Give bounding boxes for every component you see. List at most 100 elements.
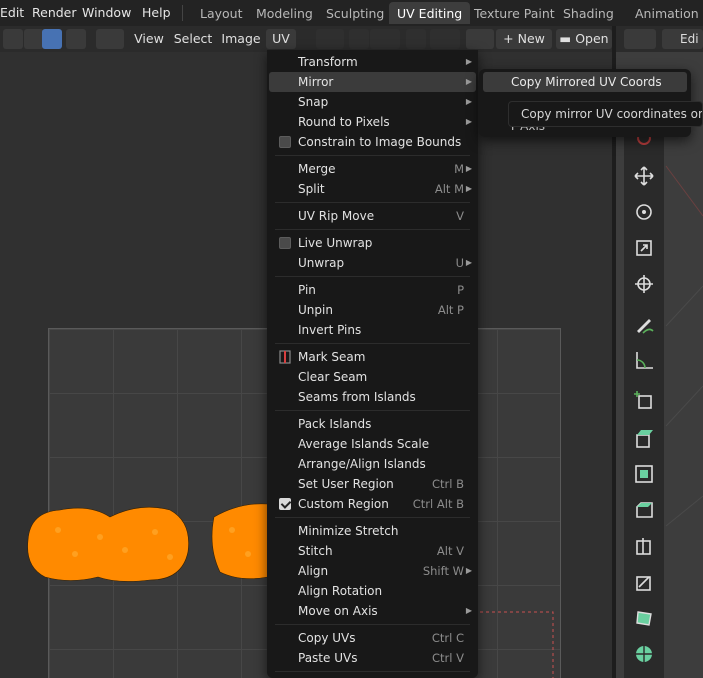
menu-item-transform[interactable]: Transform ▶ [269, 52, 476, 72]
menu-item-unpin[interactable]: Unpin Alt P [269, 300, 476, 320]
measure-tool-icon[interactable] [628, 344, 660, 376]
menu-item-shortcut: Ctrl Alt B [412, 497, 464, 511]
extrude-tool-icon[interactable] [628, 422, 660, 454]
tab-sculpting[interactable]: Sculpting [318, 2, 392, 24]
menu-edit[interactable]: Edit [0, 5, 24, 20]
menu-item-align[interactable]: Align Shift W ▶ [269, 561, 476, 581]
submenu-arrow-icon: ▶ [465, 258, 472, 267]
menu-item-label: Average Islands Scale [298, 437, 430, 451]
sticky-selection-dropdown[interactable] [96, 29, 124, 49]
menu-item-mirror[interactable]: Mirror ▶ [269, 72, 476, 92]
image-browse-icon[interactable] [466, 29, 494, 49]
menu-item-pack-islands[interactable]: Pack Islands [269, 414, 476, 434]
select-mode-vertex-icon[interactable] [3, 29, 23, 49]
select-mode-island-icon[interactable] [66, 29, 86, 49]
snap-icon[interactable] [349, 29, 369, 49]
menu-item-shortcut: Alt V [436, 544, 464, 558]
menu-item-split[interactable]: Split Alt M ▶ [269, 179, 476, 199]
menu-item-label: Minimize Stretch [298, 524, 399, 538]
menu-item-arrange-align-islands[interactable]: Arrange/Align Islands [269, 454, 476, 474]
new-image-button[interactable]: + New [496, 29, 552, 49]
menu-item-seams-from-islands[interactable]: Seams from Islands [269, 387, 476, 407]
uv-vertex [152, 529, 158, 535]
tab-animation[interactable]: Animation [627, 2, 703, 24]
select-mode-edge-icon[interactable] [24, 29, 44, 49]
scale-tool-icon[interactable] [628, 232, 660, 264]
uv-vertex [97, 534, 103, 540]
menu-item-stitch[interactable]: Stitch Alt V [269, 541, 476, 561]
menu-item-merge[interactable]: Merge M ▶ [269, 159, 476, 179]
tab-texture-paint[interactable]: Texture Paint [466, 2, 563, 24]
menu-item-pin[interactable]: Pin P [269, 280, 476, 300]
uv-island-left[interactable] [27, 506, 189, 582]
menu-item-label: Split [298, 182, 325, 196]
transform-tool-icon[interactable] [628, 268, 660, 300]
menu-item-paste-uvs[interactable]: Paste UVs Ctrl V [269, 648, 476, 668]
loop-cut-tool-icon[interactable] [628, 530, 660, 562]
move-tool-icon[interactable] [628, 160, 660, 192]
menu-item-uv-rip-move[interactable]: UV Rip Move V [269, 206, 476, 226]
menu-item-copy-uvs[interactable]: Copy UVs Ctrl C [269, 628, 476, 648]
checkbox-checked-icon[interactable] [279, 498, 291, 510]
copy-mirrored-uv-coords-item[interactable]: Copy Mirrored UV Coords [483, 72, 687, 92]
tab-layout[interactable]: Layout [192, 2, 251, 24]
view-menu[interactable]: View [132, 29, 166, 49]
rotate-tool-icon[interactable] [628, 196, 660, 228]
menu-item-live-unwrap[interactable]: Live Unwrap [269, 233, 476, 253]
menu-item-set-user-region[interactable]: Set User Region Ctrl B [269, 474, 476, 494]
menu-render[interactable]: Render [32, 5, 77, 20]
menu-item-label: Invert Pins [298, 323, 362, 337]
menu-separator [275, 671, 470, 672]
uv-menu[interactable]: UV [266, 29, 296, 49]
menu-item-label: Set User Region [298, 477, 394, 491]
menu-item-mark-seam[interactable]: Mark Seam [269, 347, 476, 367]
tab-uv-editing[interactable]: UV Editing [389, 2, 471, 24]
menu-window[interactable]: Window [82, 5, 131, 20]
menu-item-clear-seam[interactable]: Clear Seam [269, 367, 476, 387]
menu-help[interactable]: Help [142, 5, 171, 20]
select-menu[interactable]: Select [172, 29, 214, 49]
menu-item-average-islands-scale[interactable]: Average Islands Scale [269, 434, 476, 454]
poly-build-tool-icon[interactable] [628, 602, 660, 634]
snap-target-icon[interactable] [370, 29, 400, 49]
menu-item-invert-pins[interactable]: Invert Pins [269, 320, 476, 340]
menu-item-round-to-pixels[interactable]: Round to Pixels ▶ [269, 112, 476, 132]
tab-modeling[interactable]: Modeling [248, 2, 321, 24]
bevel-tool-icon[interactable] [628, 494, 660, 526]
menu-item-shortcut: U [455, 256, 464, 270]
menu-item-label: Live Unwrap [298, 236, 373, 250]
menu-item-label: Pack Islands [298, 417, 372, 431]
uv-island-right[interactable] [211, 503, 269, 579]
tab-shading[interactable]: Shading [555, 2, 622, 24]
menu-item-snap[interactable]: Snap ▶ [269, 92, 476, 112]
menu-item-unwrap[interactable]: Unwrap U ▶ [269, 253, 476, 273]
menu-item-shortcut: Alt P [437, 303, 464, 317]
menu-separator [275, 517, 470, 518]
checkbox-unchecked-icon[interactable] [279, 237, 291, 249]
menu-item-minimize-stretch[interactable]: Minimize Stretch [269, 521, 476, 541]
annotate-tool-icon[interactable] [628, 308, 660, 340]
uv-vertex [229, 527, 235, 533]
proportional-edit-icon[interactable] [406, 29, 426, 49]
inset-tool-icon[interactable] [628, 458, 660, 490]
add-cube-tool-icon[interactable] [628, 384, 660, 416]
image-menu[interactable]: Image [220, 29, 262, 49]
menu-item-move-on-axis[interactable]: Move on Axis ▶ [269, 601, 476, 621]
menu-item-label: UV Rip Move [298, 209, 375, 223]
menu-item-align-rotation[interactable]: Align Rotation [269, 581, 476, 601]
falloff-icon[interactable] [430, 29, 460, 49]
menu-item-constrain-to-image-bounds[interactable]: Constrain to Image Bounds [269, 132, 476, 152]
knife-tool-icon[interactable] [628, 566, 660, 598]
open-image-button[interactable]: ▬ Open [556, 29, 612, 49]
menu-separator [275, 624, 470, 625]
menu-separator [275, 343, 470, 344]
pivot-point-icon[interactable] [316, 29, 344, 49]
menu-item-custom-region[interactable]: Custom Region Ctrl Alt B [269, 494, 476, 514]
menu-item-label: Copy UVs [298, 631, 356, 645]
menu-item-label: Seams from Islands [298, 390, 416, 404]
spin-tool-icon[interactable] [628, 638, 660, 670]
select-mode-face-icon[interactable] [42, 29, 62, 49]
checkbox-unchecked-icon[interactable] [279, 136, 291, 148]
submenu-arrow-icon: ▶ [465, 164, 472, 173]
tool-shelf [624, 130, 664, 678]
